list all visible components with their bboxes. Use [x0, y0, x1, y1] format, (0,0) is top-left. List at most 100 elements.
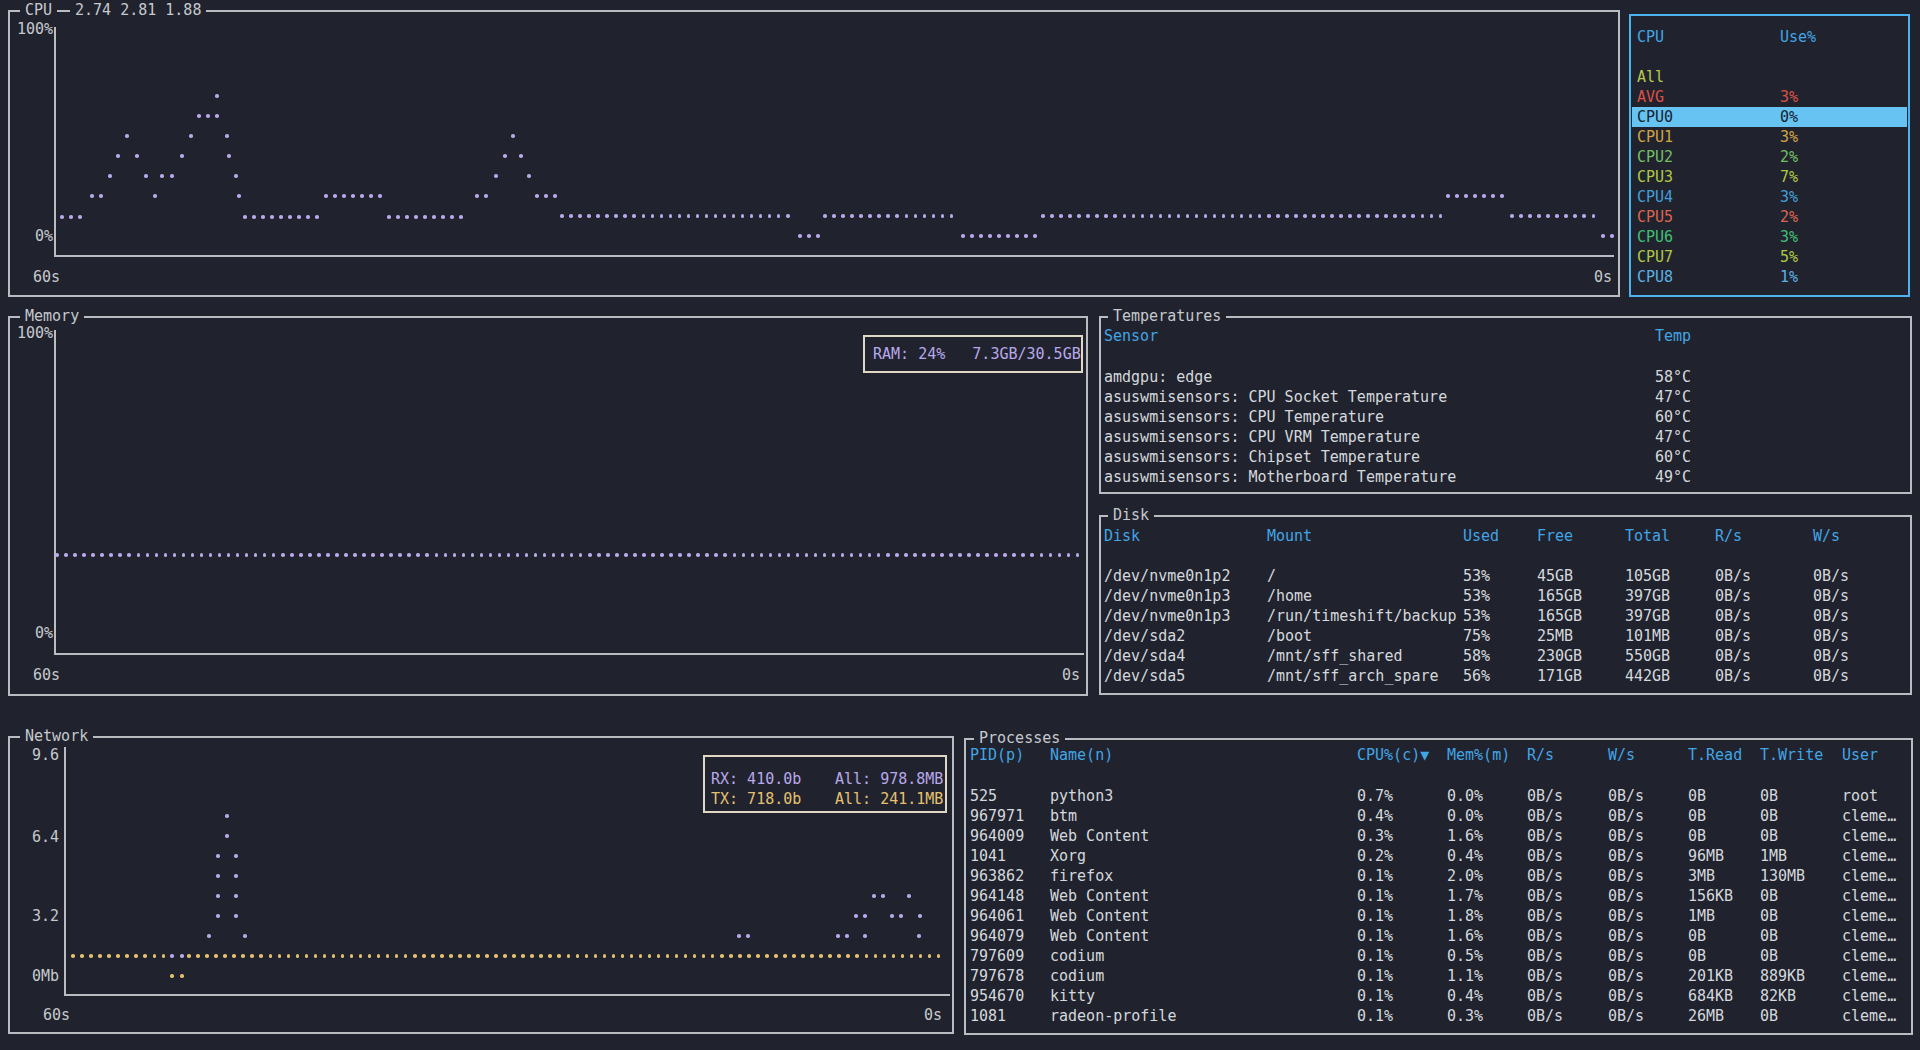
process-cell: 0B/s: [1527, 826, 1563, 846]
processes-header-5[interactable]: W/s: [1608, 745, 1635, 765]
cpu-legend-row-name[interactable]: CPU1: [1637, 127, 1673, 147]
processes-header-3[interactable]: Mem%(m): [1447, 745, 1510, 765]
process-cell: 0B: [1688, 926, 1706, 946]
process-cell: 82KB: [1760, 986, 1796, 1006]
network-legend-box: RX: 410.0b All: 978.8MB TX: 718.0b All: …: [703, 755, 947, 813]
process-cell: 0B/s: [1527, 886, 1563, 906]
cpu-legend-row-name[interactable]: CPU5: [1637, 207, 1673, 227]
process-cell: 964148: [970, 886, 1024, 906]
process-cell: 0B/s: [1608, 786, 1644, 806]
cpu-legend-panel[interactable]: CPU Use% AllAVG3%CPU00%CPU13%CPU22%CPU37…: [1629, 14, 1910, 297]
disk-cell: 0B/s: [1715, 646, 1751, 666]
processes-header-8[interactable]: User: [1842, 745, 1878, 765]
process-cell: 0B: [1760, 946, 1778, 966]
processes-header-4[interactable]: R/s: [1527, 745, 1554, 765]
process-cell: btm: [1050, 806, 1077, 826]
process-cell: 1.6%: [1447, 926, 1483, 946]
network-tx-label: TX: 718.0b: [711, 789, 801, 809]
cpu-legend-row-name[interactable]: CPU6: [1637, 227, 1673, 247]
process-cell: python3: [1050, 786, 1113, 806]
processes-panel: Processes PID(p)Name(n)CPU%(c)▼Mem%(m)R/…: [964, 738, 1913, 1035]
process-cell: 130MB: [1760, 866, 1805, 886]
process-cell: 0B/s: [1608, 866, 1644, 886]
temps-header-temp[interactable]: Temp: [1655, 326, 1691, 346]
processes-header-7[interactable]: T.Write: [1760, 745, 1823, 765]
processes-header-2[interactable]: CPU%(c)▼: [1357, 745, 1429, 765]
disk-cell: 101MB: [1625, 626, 1670, 646]
process-cell: 1.7%: [1447, 886, 1483, 906]
cpu-legend-row-name[interactable]: CPU7: [1637, 247, 1673, 267]
process-cell: kitty: [1050, 986, 1095, 1006]
cpu-legend-row-name[interactable]: CPU4: [1637, 187, 1673, 207]
temps-row-value: 58°C: [1655, 367, 1691, 387]
cpu-legend-header-name: CPU: [1637, 27, 1664, 47]
disk-cell: 0B/s: [1715, 606, 1751, 626]
process-cell: 0.1%: [1357, 866, 1393, 886]
cpu-legend-row-value: 5%: [1780, 247, 1798, 267]
cpu-legend-row-name[interactable]: CPU2: [1637, 147, 1673, 167]
process-cell: 0B/s: [1608, 1006, 1644, 1026]
process-cell: 0B/s: [1608, 906, 1644, 926]
disk-header-rs[interactable]: R/s: [1715, 526, 1742, 546]
disk-header-used[interactable]: Used: [1463, 526, 1499, 546]
memory-ram-legend-box: RAM: 24% 7.3GB/30.5GB: [863, 335, 1083, 373]
network-panel: Network 9.66.43.20Mb 60s 0s RX: 410.0b A…: [8, 736, 954, 1034]
disk-cell: 442GB: [1625, 666, 1670, 686]
disk-header-total[interactable]: Total: [1625, 526, 1670, 546]
cpu-legend-row-name[interactable]: CPU3: [1637, 167, 1673, 187]
cpu-x-axis: [54, 255, 1614, 257]
cpu-legend-header-value: Use%: [1780, 27, 1816, 47]
process-cell: 964009: [970, 826, 1024, 846]
process-cell: cleme…: [1842, 946, 1896, 966]
cpu-legend-selected-row[interactable]: CPU00%: [1632, 107, 1907, 127]
processes-header-1[interactable]: Name(n): [1050, 745, 1113, 765]
process-cell: 0.4%: [1447, 846, 1483, 866]
process-cell: 0.0%: [1447, 786, 1483, 806]
cpu-legend-row-name[interactable]: CPU8: [1637, 267, 1673, 287]
process-cell: 967971: [970, 806, 1024, 826]
disk-cell: 230GB: [1537, 646, 1582, 666]
process-cell: 0B/s: [1608, 926, 1644, 946]
process-cell: 0.1%: [1357, 926, 1393, 946]
process-cell: 0B/s: [1527, 806, 1563, 826]
disk-cell: 0B/s: [1813, 626, 1849, 646]
cpu-legend-row-value: 3%: [1780, 187, 1798, 207]
disk-cell: 105GB: [1625, 566, 1670, 586]
cpu-x-left-label: 60s: [33, 267, 60, 287]
disk-cell: 397GB: [1625, 606, 1670, 626]
disk-header-ws[interactable]: W/s: [1813, 526, 1840, 546]
disk-cell: /dev/sda4: [1104, 646, 1185, 666]
process-cell: 0B/s: [1527, 966, 1563, 986]
process-cell: 0B: [1760, 786, 1778, 806]
process-cell: 2.0%: [1447, 866, 1483, 886]
processes-header-0[interactable]: PID(p): [970, 745, 1024, 765]
process-cell: 201KB: [1688, 966, 1733, 986]
cpu-y-min-label: 0%: [13, 226, 53, 246]
cpu-legend-row-name[interactable]: AVG: [1637, 87, 1664, 107]
disk-cell: 0B/s: [1715, 586, 1751, 606]
processes-header-6[interactable]: T.Read: [1688, 745, 1742, 765]
process-cell: 156KB: [1688, 886, 1733, 906]
cpu-legend-row-value: 2%: [1780, 147, 1798, 167]
temps-row-sensor: amdgpu: edge: [1104, 367, 1212, 387]
disk-cell: /run/timeshift/backup: [1267, 606, 1457, 626]
cpu-legend-row-value: 3%: [1780, 127, 1798, 147]
process-cell: 0B: [1760, 1006, 1778, 1026]
network-rx-label: RX: 410.0b: [711, 769, 801, 789]
process-cell: cleme…: [1842, 906, 1896, 926]
temps-header-sensor[interactable]: Sensor: [1104, 326, 1158, 346]
disk-header-disk[interactable]: Disk: [1104, 526, 1140, 546]
cpu-legend-row-name[interactable]: All: [1637, 67, 1664, 87]
memory-y-max-label: 100%: [13, 323, 53, 343]
network-y-label: 0Mb: [31, 966, 59, 986]
process-cell: 0B/s: [1527, 986, 1563, 1006]
process-cell: 525: [970, 786, 997, 806]
disk-cell: 25MB: [1537, 626, 1573, 646]
cpu-panel: CPU 2.74 2.81 1.88 100% 0% 60s 0s: [8, 10, 1620, 297]
process-cell: cleme…: [1842, 826, 1896, 846]
cpu-legend-row-name: CPU0: [1637, 107, 1673, 127]
disk-header-free[interactable]: Free: [1537, 526, 1573, 546]
disk-header-mount[interactable]: Mount: [1267, 526, 1312, 546]
process-cell: cleme…: [1842, 866, 1896, 886]
temps-row-sensor: asuswmisensors: Chipset Temperature: [1104, 447, 1420, 467]
